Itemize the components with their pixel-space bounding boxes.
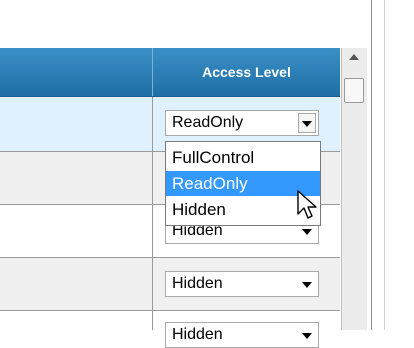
grid-header: Access Level bbox=[0, 48, 340, 97]
scroll-up-icon[interactable] bbox=[349, 54, 359, 60]
row-cell bbox=[0, 311, 153, 330]
chevron-down-icon bbox=[302, 282, 312, 288]
access-grid: Access Level ReadOnly Hidden Hidden Hidd… bbox=[0, 0, 414, 348]
access-level-select[interactable]: ReadOnly bbox=[165, 110, 319, 136]
access-level-select[interactable]: Hidden bbox=[165, 322, 319, 348]
select-value: Hidden bbox=[172, 326, 223, 343]
dropdown-option-fullcontrol[interactable]: FullControl bbox=[166, 145, 320, 170]
chevron-down-icon bbox=[302, 121, 312, 127]
row-cell bbox=[0, 258, 153, 310]
grid-top-area bbox=[0, 0, 340, 49]
dropdown-button[interactable] bbox=[298, 113, 316, 133]
side-panel bbox=[367, 0, 414, 330]
select-value: ReadOnly bbox=[172, 114, 244, 131]
row-cell bbox=[0, 97, 153, 151]
mouse-pointer-icon bbox=[297, 190, 317, 219]
vertical-scrollbar[interactable] bbox=[341, 48, 367, 330]
chevron-down-icon bbox=[302, 333, 312, 339]
header-access-level[interactable]: Access Level bbox=[153, 48, 340, 96]
scroll-thumb[interactable] bbox=[344, 78, 364, 103]
chevron-down-icon bbox=[302, 229, 312, 235]
row-cell bbox=[0, 152, 153, 204]
header-cell-empty bbox=[0, 48, 153, 96]
access-level-select[interactable]: Hidden bbox=[165, 271, 319, 297]
select-value: Hidden bbox=[172, 275, 223, 292]
panel-divider bbox=[371, 0, 372, 330]
panel-divider bbox=[384, 0, 385, 330]
row-cell bbox=[0, 205, 153, 257]
